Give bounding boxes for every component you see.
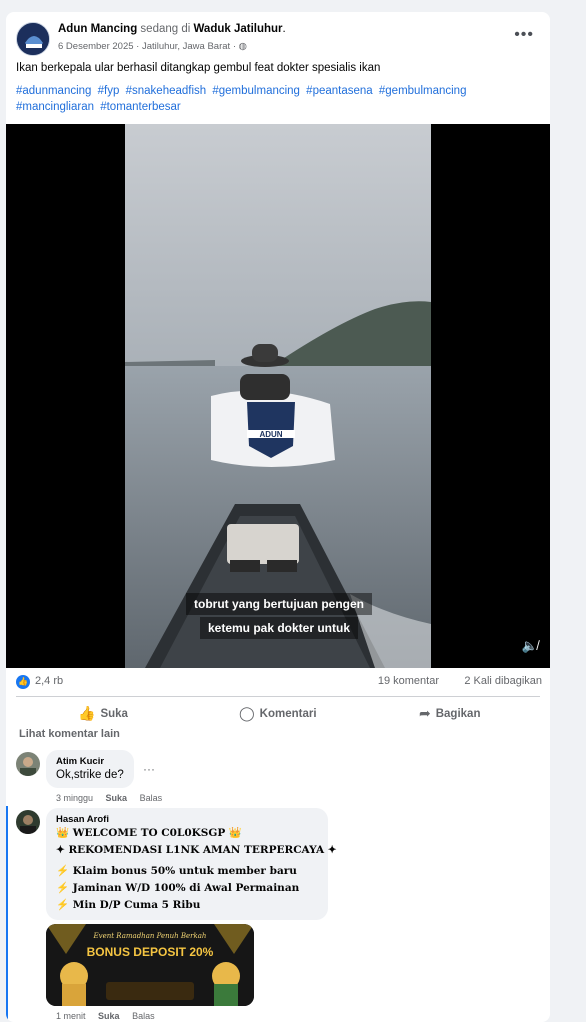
hashtag[interactable]: #mancingliaran — [16, 101, 94, 113]
author-line: Adun Mancing sedang di Waduk Jatiluhur. — [58, 23, 286, 35]
like-reaction-icon[interactable]: 👍 — [16, 675, 30, 689]
video-subtitle: tobrut yang bertujuan pengen ketemu pak … — [174, 593, 384, 641]
comment-meta: 3 minggu Suka Balas — [56, 793, 172, 803]
post-place[interactable]: Jatiluhur, Jawa Barat — [142, 41, 230, 52]
comment-time[interactable]: 1 menit — [56, 1011, 86, 1021]
location-link[interactable]: Waduk Jatiluhur — [194, 23, 283, 35]
comment-reply-link[interactable]: Balas — [140, 793, 163, 803]
commenter-avatar[interactable] — [16, 810, 40, 834]
comment-reply-link[interactable]: Balas — [132, 1011, 155, 1021]
comment-time[interactable]: 3 minggu — [56, 793, 93, 803]
banner-subtitle: Event Ramadhan Penuh Berkah — [93, 932, 207, 940]
video-player[interactable]: ADUN tobrut yang bertujuan pengen ketemu… — [6, 124, 550, 668]
globe-icon: ◍ — [238, 41, 247, 52]
comment-label: Komentari — [259, 708, 317, 720]
hashtag[interactable]: #peantasena — [306, 85, 373, 97]
share-arrow-icon: ➦ — [419, 705, 431, 721]
hashtag[interactable]: #gembulmancing — [212, 85, 300, 97]
promo-line: ✦ REKOMENDASI L1NK AMAN TERPERCAYA ✦ — [56, 844, 337, 856]
post-meta: 6 Desember 2025 · Jatiluhur, Jawa Barat … — [58, 41, 247, 52]
post-date[interactable]: 6 Desember 2025 — [58, 41, 134, 52]
comment-bubble: Hasan Arofi 👑 WELCOME TO C0L0KSGP 👑 ✦ RE… — [46, 808, 337, 920]
page-avatar[interactable] — [16, 22, 50, 56]
like-button[interactable]: 👍 Suka — [78, 705, 128, 722]
comment-like-link[interactable]: Suka — [106, 793, 128, 803]
post-card: Adun Mancing sedang di Waduk Jatiluhur. … — [6, 12, 550, 1022]
subtitle-line: tobrut yang bertujuan pengen — [186, 593, 372, 615]
share-label: Bagikan — [435, 708, 481, 720]
speaker-muted-icon[interactable]: 🔈̸ — [522, 638, 538, 654]
thumbs-up-icon: 👍 — [78, 705, 96, 721]
hashtag[interactable]: #adunmancing — [16, 85, 91, 97]
comment-bubble-icon: ◯ — [239, 705, 255, 721]
hashtag-list: #adunmancing #fyp #snakeheadfish #gembul… — [16, 83, 506, 115]
flag-logo-text: ADUN — [259, 430, 282, 439]
more-options-icon[interactable]: ••• — [514, 26, 534, 44]
promo-line: 👑 WELCOME TO C0L0KSGP 👑 — [56, 827, 242, 839]
commenter-avatar[interactable] — [16, 752, 40, 776]
like-label: Suka — [100, 708, 128, 720]
post-header: Adun Mancing sedang di Waduk Jatiluhur. … — [16, 22, 540, 58]
comment-text: Ok,strike de? — [56, 769, 124, 781]
comment-like-link[interactable]: Suka — [98, 1011, 120, 1021]
share-count[interactable]: 2 Kali dibagikan — [464, 675, 542, 687]
banner-title: BONUS DEPOSIT 20% — [87, 945, 214, 959]
author-name[interactable]: Adun Mancing — [58, 23, 137, 35]
share-button[interactable]: ➦ Bagikan — [419, 705, 480, 722]
comment-button[interactable]: ◯ Komentari — [239, 705, 317, 722]
commenter-name[interactable]: Hasan Arofi — [56, 814, 318, 825]
comment-bubble: Atim Kucir Ok,strike de? — [46, 750, 134, 788]
view-more-comments[interactable]: Lihat komentar lain — [19, 728, 120, 740]
hashtag[interactable]: #gembulmancing — [379, 85, 467, 97]
commenter-name[interactable]: Atim Kucir — [56, 756, 124, 767]
hashtag[interactable]: #tomanterbesar — [100, 101, 181, 113]
promo-line: ⚡ Jaminan W/D 100% di Awal Permainan — [56, 882, 300, 894]
comment-count[interactable]: 19 komentar — [378, 675, 439, 687]
comment-options-icon[interactable]: ··· — [143, 762, 155, 776]
comment-image-banner[interactable]: Event Ramadhan Penuh Berkah BONUS DEPOSI… — [46, 924, 254, 1006]
post-actions: 👍 Suka ◯ Komentari ➦ Bagikan — [16, 696, 540, 726]
promo-line: ⚡ Klaim bonus 50% untuk member baru — [56, 865, 297, 877]
comment-meta: 1 menit Suka Balas — [56, 1011, 165, 1021]
post-caption: Ikan berkepala ular berhasil ditangkap g… — [16, 62, 381, 74]
post-stats: 👍 2,4 rb 19 komentar 2 Kali dibagikan — [16, 674, 542, 692]
hashtag[interactable]: #snakeheadfish — [126, 85, 207, 97]
promo-line: ⚡ Min D/P Cuma 5 Ribu — [56, 899, 201, 911]
hashtag[interactable]: #fyp — [98, 85, 120, 97]
video-frame: ADUN — [125, 124, 431, 668]
at-text: sedang di — [140, 23, 191, 35]
subtitle-line: ketemu pak dokter untuk — [199, 617, 359, 639]
like-count[interactable]: 2,4 rb — [35, 675, 63, 687]
thread-highlight-line — [6, 806, 8, 1022]
